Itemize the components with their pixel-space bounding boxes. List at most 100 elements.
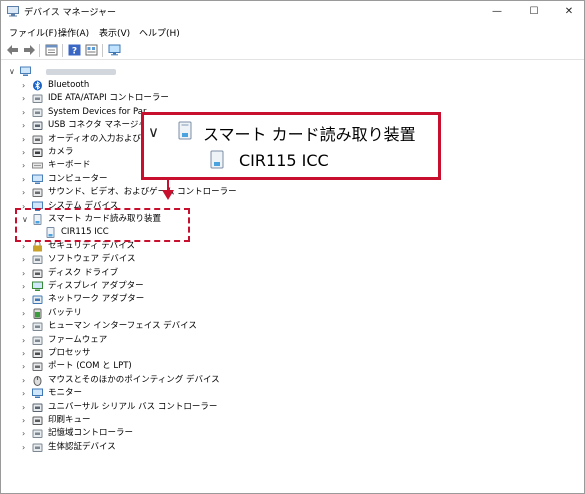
tree-root[interactable]: ∨ — [9, 65, 209, 78]
tree-category-item[interactable]: › Bluetooth — [22, 79, 422, 92]
tree-item-label: ユニバーサル シリアル バス コントローラー — [48, 401, 218, 412]
callout-parent-label: スマート カード読み取り装置 — [203, 125, 416, 144]
chevron-right-icon[interactable]: › — [22, 79, 30, 92]
tree-item-label: USB コネクタ マネージャー — [48, 120, 155, 131]
tree-item-label: ソフトウェア デバイス — [48, 254, 136, 265]
tree-item-label: ヒューマン インターフェイス デバイス — [48, 321, 197, 332]
tree-category-item[interactable]: › バッテリ — [22, 307, 422, 320]
help-icon[interactable]: ? — [68, 44, 81, 56]
usb-icon — [32, 121, 43, 131]
chevron-right-icon[interactable]: › — [22, 146, 30, 159]
menu-help[interactable]: ヘルプ(H) — [139, 26, 180, 39]
tree-item-label: キーボード — [48, 160, 91, 171]
chevron-right-icon[interactable]: › — [22, 186, 30, 199]
tree-item-label: オーディオの入力および出 — [48, 133, 150, 144]
chevron-right-icon[interactable]: › — [22, 293, 30, 306]
menu-bar: ファイル(F) 操作(A) 表示(V) ヘルプ(H) — [1, 23, 584, 41]
hid-icon — [32, 322, 43, 332]
tree-item-label: バッテリ — [48, 307, 83, 318]
tree-item-label: ネットワーク アダプター — [48, 294, 145, 305]
chevron-right-icon[interactable]: › — [22, 173, 30, 186]
menu-view[interactable]: 表示(V) — [99, 26, 130, 39]
tree-item-label: コンピューター — [48, 173, 108, 184]
menu-file[interactable]: ファイル(F) — [9, 26, 57, 39]
firmware-icon — [32, 336, 43, 345]
tree-category-item[interactable]: › ユニバーサル シリアル バス コントローラー — [22, 401, 422, 414]
tree-category-item[interactable]: › プロセッサ — [22, 347, 422, 360]
maximize-button[interactable]: ☐ — [521, 4, 547, 20]
chevron-right-icon[interactable]: › — [22, 92, 30, 105]
tree-category-item[interactable]: › マウスとそのほかのポインティング デバイス — [22, 374, 422, 387]
menu-action[interactable]: 操作(A) — [58, 26, 89, 39]
toolbar-separator — [62, 44, 63, 57]
tree-category-item[interactable]: › ネットワーク アダプター — [22, 293, 422, 306]
chevron-right-icon[interactable]: › — [22, 159, 30, 172]
close-button[interactable]: ✕ — [556, 4, 582, 20]
chevron-right-icon[interactable]: › — [22, 133, 30, 146]
chevron-right-icon[interactable]: › — [22, 106, 30, 119]
callout-child-label: CIR115 ICC — [239, 151, 329, 170]
chevron-right-icon[interactable]: › — [22, 334, 30, 347]
chevron-right-icon[interactable]: › — [22, 387, 30, 400]
smartcard-device-icon — [210, 150, 224, 169]
properties-icon[interactable] — [45, 44, 58, 56]
back-icon[interactable] — [6, 44, 19, 56]
chevron-right-icon[interactable]: › — [22, 119, 30, 132]
toolbar-separator — [39, 44, 40, 57]
usb-controller-icon — [32, 403, 43, 412]
chevron-down-icon[interactable]: ∨ — [9, 65, 17, 78]
chevron-right-icon[interactable]: › — [22, 427, 30, 440]
keyboard-icon — [32, 162, 43, 169]
tree-category-item[interactable]: › ヒューマン インターフェイス デバイス — [22, 320, 422, 333]
tree-category-item[interactable]: › 生体認証デバイス — [22, 441, 422, 454]
security-icon — [33, 240, 42, 252]
tree-category-item[interactable]: › IDE ATA/ATAPI コントローラー — [22, 92, 422, 105]
chevron-right-icon[interactable]: › — [22, 320, 30, 333]
chevron-right-icon[interactable]: › — [22, 267, 30, 280]
tree-category-item[interactable]: › ディスプレイ アダプター — [22, 280, 422, 293]
toolbar: ? — [1, 41, 584, 60]
chevron-right-icon[interactable]: › — [22, 374, 30, 387]
tree-category-item[interactable]: › モニター — [22, 387, 422, 400]
biometric-icon — [32, 443, 43, 452]
tree-item-label: System Devices for Par — [48, 106, 147, 117]
tree-category-item[interactable]: › ポート (COM と LPT) — [22, 360, 422, 373]
callout-arrow-icon — [162, 190, 174, 200]
tree-category-item[interactable]: › ディスク ドライブ — [22, 267, 422, 280]
tree-category-item[interactable]: › ファームウェア — [22, 334, 422, 347]
port-icon — [32, 362, 43, 372]
tree-item-label: プロセッサ — [48, 348, 91, 358]
chevron-right-icon[interactable]: › — [22, 307, 30, 320]
print-icon — [32, 416, 43, 425]
chevron-right-icon[interactable]: › — [22, 347, 30, 360]
chevron-down-icon: ∨ — [148, 123, 159, 141]
chevron-right-icon[interactable]: › — [22, 414, 30, 427]
tree-category-item[interactable]: › 印刷キュー — [22, 414, 422, 427]
forward-icon[interactable] — [23, 44, 36, 56]
chevron-right-icon[interactable]: › — [22, 401, 30, 414]
tree-category-item[interactable]: › ソフトウェア デバイス — [22, 253, 422, 266]
computer-name-blurred — [46, 69, 116, 75]
title-bar: デバイス マネージャー — ☐ ✕ — [1, 1, 584, 23]
network-icon — [32, 295, 43, 305]
view-icon[interactable] — [85, 44, 98, 56]
minimize-button[interactable]: — — [484, 4, 510, 20]
chevron-right-icon[interactable]: › — [22, 280, 30, 293]
svg-text:?: ? — [72, 47, 77, 57]
tree-item-label: マウスとそのほかのポインティング デバイス — [48, 374, 220, 385]
camera-icon — [32, 148, 43, 157]
tree-category-item[interactable]: › サウンド、ビデオ、およびゲーム コントローラー — [22, 186, 422, 199]
window-title: デバイス マネージャー — [24, 8, 116, 18]
tree-item-label: ファームウェア — [48, 334, 108, 345]
tree-category-item[interactable]: › 記憶域コントローラー — [22, 427, 422, 440]
toolbar-separator — [102, 44, 103, 57]
chevron-right-icon[interactable]: › — [22, 360, 30, 373]
computer-icon — [20, 66, 31, 76]
smartcard-highlight-dashed-box — [15, 208, 190, 242]
chevron-right-icon[interactable]: › — [22, 441, 30, 454]
chevron-right-icon[interactable]: › — [22, 253, 30, 266]
system-icon — [32, 108, 43, 117]
computer-icon — [32, 174, 43, 184]
monitor-icon[interactable] — [108, 44, 121, 56]
storage-icon — [32, 429, 43, 439]
